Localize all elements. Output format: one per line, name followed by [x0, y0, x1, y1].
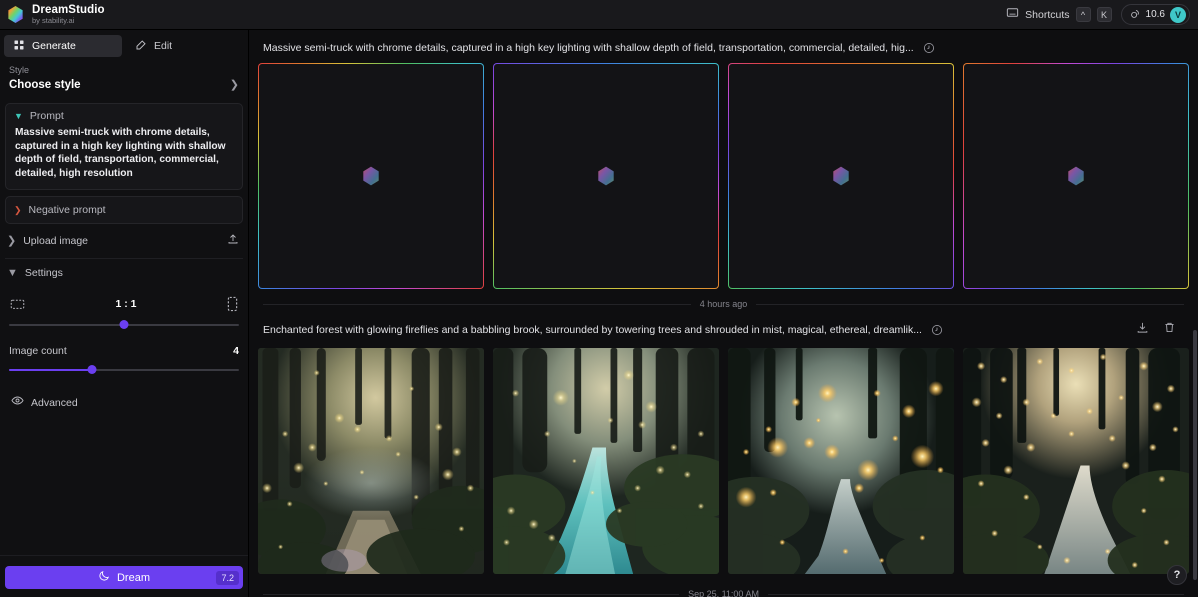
- brand-name: DreamStudio: [32, 4, 105, 17]
- download-icon[interactable]: [1136, 321, 1149, 339]
- hexagon-gradient-logo-icon: [598, 166, 614, 186]
- coin-icon: [1130, 6, 1141, 24]
- tab-generate-label: Generate: [32, 40, 76, 52]
- generation-prompt-1: Massive semi-truck with chrome details, …: [263, 42, 914, 54]
- aspect-ratio-slider[interactable]: [9, 318, 239, 332]
- generated-image[interactable]: [493, 348, 719, 574]
- generated-image[interactable]: [728, 348, 954, 574]
- credits-indicator[interactable]: 10.6 V: [1120, 4, 1190, 25]
- settings-label: Settings: [24, 267, 63, 280]
- moon-icon: [98, 570, 110, 585]
- brand-subtitle: by stability.ai: [32, 16, 75, 26]
- chevron-right-icon: ❯: [7, 234, 17, 247]
- slider-thumb[interactable]: [87, 365, 97, 375]
- divider-line: [263, 303, 691, 305]
- upload-image-row[interactable]: ❯ Upload image: [5, 224, 243, 260]
- clock-rewind-icon[interactable]: [931, 324, 943, 336]
- generation-header-2: Enchanted forest with glowing fireflies …: [249, 309, 1198, 348]
- generation-grid-1: [249, 63, 1198, 289]
- top-bar: DreamStudio by stability.ai Shortcuts ^ …: [0, 0, 1198, 30]
- advanced-toggle[interactable]: Advanced: [9, 381, 239, 412]
- hexagon-gradient-logo-icon: [833, 166, 849, 186]
- generation-grid-2: [249, 348, 1198, 574]
- chevron-down-icon: ▼: [7, 266, 18, 279]
- result-cell[interactable]: [963, 348, 1189, 574]
- trash-icon[interactable]: [1163, 321, 1176, 339]
- prompt-input[interactable]: Massive semi-truck with chrome details, …: [6, 125, 242, 189]
- grid-icon: [13, 39, 25, 54]
- loading-card[interactable]: [728, 63, 954, 289]
- chevron-right-icon[interactable]: ❯: [14, 205, 22, 215]
- settings-row[interactable]: ▼ Settings: [5, 259, 243, 287]
- result-cell[interactable]: [258, 348, 484, 574]
- generated-image[interactable]: [963, 348, 1189, 574]
- image-count-label: Image count: [9, 345, 67, 358]
- settings-body: 1 : 1 Image count 4 Advanced: [5, 287, 243, 412]
- avatar[interactable]: V: [1170, 6, 1186, 23]
- generation-header-1: Massive semi-truck with chrome details, …: [249, 30, 1198, 63]
- loading-card[interactable]: [258, 63, 484, 289]
- keyboard-icon: [1006, 6, 1019, 24]
- eye-icon: [11, 394, 24, 412]
- hexagon-gradient-logo-icon: [1068, 166, 1084, 186]
- landscape-ratio-icon[interactable]: [10, 297, 25, 311]
- dream-button-label: Dream: [116, 571, 150, 584]
- advanced-label: Advanced: [31, 397, 78, 410]
- timestamp-label: Sep 25, 11:00 AM: [688, 589, 759, 597]
- help-button[interactable]: ?: [1167, 565, 1187, 585]
- clock-rewind-icon[interactable]: [923, 42, 935, 54]
- pencil-square-icon: [135, 39, 147, 54]
- vertical-scrollbar[interactable]: [1193, 330, 1197, 580]
- negative-prompt-panel[interactable]: ❯ Negative prompt: [5, 196, 243, 225]
- negative-prompt-title: Negative prompt: [28, 204, 106, 217]
- generation-timestamp-2: Sep 25, 11:00 AM: [249, 589, 1198, 597]
- aspect-ratio-value: 1 : 1: [115, 298, 137, 311]
- generated-image[interactable]: [258, 348, 484, 574]
- result-cell[interactable]: [258, 63, 484, 289]
- style-label: Style: [9, 65, 30, 75]
- kbd-modifier: ^: [1075, 7, 1091, 22]
- slider-thumb[interactable]: [119, 320, 129, 330]
- divider-line: [767, 593, 1185, 595]
- generation-prompt-2: Enchanted forest with glowing fireflies …: [263, 324, 922, 336]
- dream-button[interactable]: Dream 7.2: [5, 566, 243, 589]
- image-count-slider[interactable]: [9, 363, 239, 377]
- loading-card[interactable]: [963, 63, 1189, 289]
- tab-edit[interactable]: Edit: [126, 35, 244, 57]
- tab-generate[interactable]: Generate: [4, 35, 122, 57]
- result-cell[interactable]: [728, 63, 954, 289]
- divider-line: [756, 303, 1185, 305]
- timestamp-label: 4 hours ago: [699, 299, 748, 309]
- brand: DreamStudio by stability.ai: [6, 4, 105, 25]
- generation-timestamp-1: 4 hours ago: [249, 299, 1198, 309]
- kbd-letter: K: [1096, 7, 1112, 22]
- shortcuts-label: Shortcuts: [1025, 8, 1070, 21]
- shortcuts-button[interactable]: Shortcuts ^ K: [1006, 6, 1112, 24]
- style-value: Choose style: [9, 79, 81, 91]
- result-cell[interactable]: [728, 348, 954, 574]
- divider-line: [263, 593, 680, 595]
- mode-tabs: Generate Edit: [0, 30, 248, 63]
- slider-fill: [9, 369, 92, 372]
- main-content: Massive semi-truck with chrome details, …: [249, 30, 1198, 597]
- chevron-down-icon[interactable]: ▼: [14, 111, 23, 121]
- chevron-right-icon: ❯: [229, 78, 239, 91]
- upload-icon[interactable]: [227, 232, 239, 250]
- result-cell[interactable]: [493, 348, 719, 574]
- prompt-panel[interactable]: ▼ Prompt Massive semi-truck with chrome …: [5, 103, 243, 191]
- portrait-ratio-icon[interactable]: [227, 296, 238, 312]
- style-selector[interactable]: Style Choose style ❯: [5, 63, 243, 99]
- image-count-value: 4: [233, 345, 239, 358]
- upload-image-label: Upload image: [23, 235, 89, 248]
- hexagon-gradient-logo-icon: [6, 5, 25, 24]
- dream-cost-badge: 7.2: [216, 570, 239, 585]
- sidebar: Generate Edit Style Choose style ❯ ▼ Pro…: [0, 30, 249, 597]
- credits-value: 10.6: [1145, 9, 1165, 20]
- loading-card[interactable]: [493, 63, 719, 289]
- prompt-title: Prompt: [29, 110, 64, 122]
- tab-edit-label: Edit: [154, 40, 173, 52]
- result-cell[interactable]: [493, 63, 719, 289]
- hexagon-gradient-logo-icon: [363, 166, 379, 186]
- result-cell[interactable]: [963, 63, 1189, 289]
